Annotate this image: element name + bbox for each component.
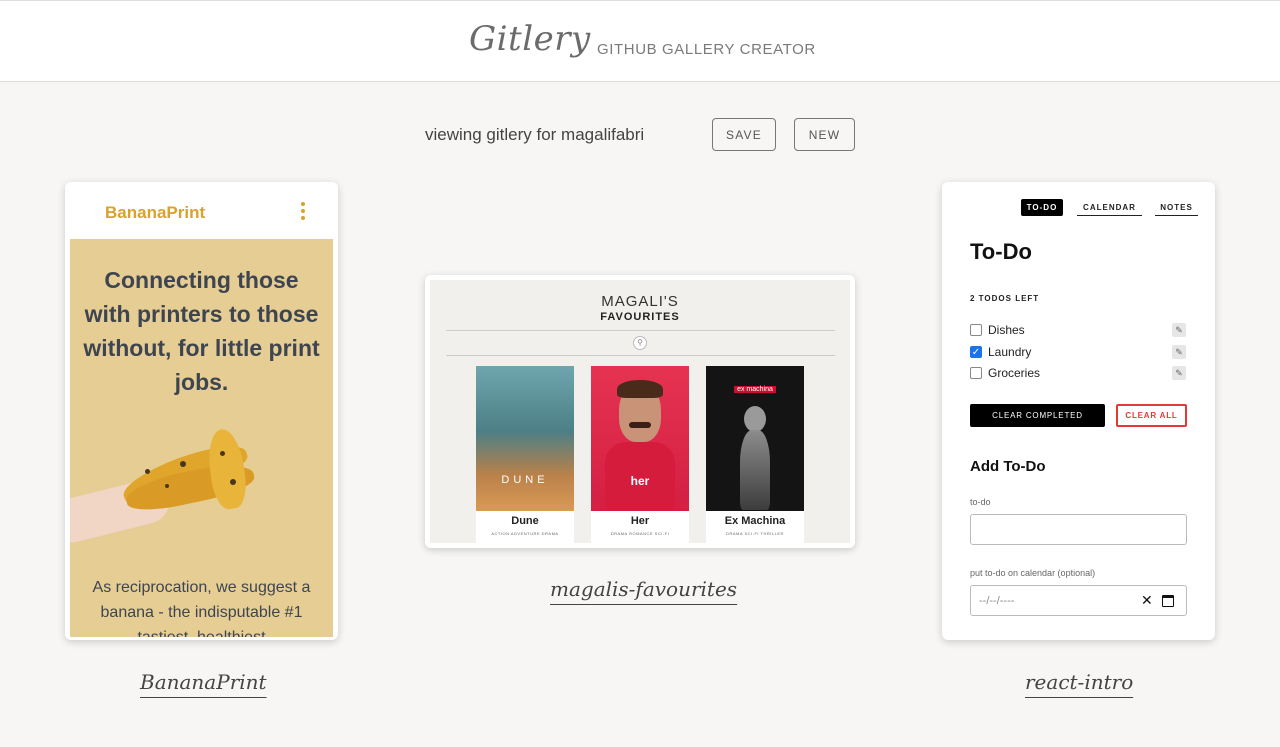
todo-checkbox[interactable] [970, 367, 982, 379]
todo-label: Laundry [988, 345, 1032, 359]
dune-poster: DUNE [476, 366, 574, 511]
date-input[interactable]: --/--/---- ✕ [970, 585, 1187, 616]
movie-card-dune: DUNE Dune ACTION ADVENTURE DRAMA [476, 366, 574, 543]
todo-heading: To-Do [970, 239, 1032, 264]
project-title-react-intro[interactable]: react-intro [1025, 670, 1133, 694]
pencil-icon[interactable]: ✎ [1172, 323, 1186, 337]
tab-to-do[interactable]: TO-DO [1021, 199, 1063, 216]
todo-label: Groceries [988, 366, 1041, 380]
todo-checkbox[interactable] [970, 324, 982, 336]
calendar-icon[interactable] [1162, 595, 1174, 607]
todos-left-count: 2 TODOS LEFT [970, 294, 1040, 303]
todo-item: Dishes ✎ [970, 322, 1188, 338]
tab-calendar[interactable]: CALENDAR [1077, 199, 1142, 216]
bananaprint-hero: Connecting those with printers to those … [70, 239, 333, 637]
movie-card-ex-machina: ex machina Ex Machina DRAMA SCI-FI THRIL… [706, 366, 804, 543]
top-bar: Gitlery GITHUB GALLERY CREATOR [0, 0, 1280, 82]
favourites-heading-line2: FAVOURITES [600, 311, 680, 323]
bananaprint-body-text: As reciprocation, we suggest a banana - … [92, 579, 311, 637]
her-poster: her [591, 366, 689, 511]
viewing-label: viewing gitlery for magalifabri [425, 125, 645, 144]
project-card-magalis-favourites[interactable]: MAGALI'S FAVOURITES ⚲ DUNE Dune ACTION A… [425, 275, 855, 548]
bananaprint-headline: Connecting those with printers to those … [83, 267, 320, 395]
movie-title: Ex Machina [724, 515, 786, 527]
tab-notes[interactable]: NOTES [1155, 199, 1198, 216]
date-placeholder: --/--/---- [979, 595, 1015, 607]
movie-title: Her [630, 515, 650, 527]
kebab-menu-icon [297, 202, 309, 222]
app-logo[interactable]: Gitlery [469, 19, 591, 59]
project-card-bananaprint[interactable]: BananaPrint Connecting those with printe… [65, 182, 338, 640]
todo-label: Dishes [988, 323, 1025, 337]
bananaprint-logo: BananaPrint [105, 203, 206, 222]
todo-input[interactable] [970, 514, 1187, 545]
favourites-heading-line1: MAGALI'S [601, 293, 679, 310]
project-title-magalis-favourites[interactable]: magalis-favourites [550, 577, 737, 601]
movie-tags: DRAMA ROMANCE SCI-FI [610, 531, 670, 536]
calendar-input-label: put to-do on calendar (optional) [970, 568, 1096, 578]
save-button[interactable]: SAVE [712, 118, 776, 151]
todo-item: Groceries ✎ [970, 365, 1188, 381]
todo-item: ✓ Laundry ✎ [970, 344, 1188, 360]
clear-date-icon[interactable]: ✕ [1141, 592, 1153, 609]
project-title-bananaprint[interactable]: BananaPrint [140, 670, 267, 694]
movie-tags: ACTION ADVENTURE DRAMA [491, 531, 559, 536]
app-tagline: GITHUB GALLERY CREATOR [597, 41, 816, 58]
clear-all-button[interactable]: CLEAR ALL [1116, 404, 1187, 427]
search-icon: ⚲ [633, 336, 647, 350]
movie-tags: DRAMA SCI-FI THRILLER [726, 531, 784, 536]
todo-input-label: to-do [970, 497, 991, 507]
movie-card-her: her Her DRAMA ROMANCE SCI-FI [591, 366, 689, 543]
divider [446, 355, 835, 356]
project-card-react-intro[interactable]: TO-DO CALENDAR NOTES To-Do 2 TODOS LEFT … [942, 182, 1215, 640]
magalis-preview: MAGALI'S FAVOURITES ⚲ DUNE Dune ACTION A… [430, 280, 850, 543]
divider [446, 330, 835, 331]
clear-completed-button[interactable]: CLEAR COMPLETED [970, 404, 1105, 427]
pencil-icon[interactable]: ✎ [1172, 366, 1186, 380]
movie-title: Dune [511, 515, 539, 527]
pencil-icon[interactable]: ✎ [1172, 345, 1186, 359]
add-todo-heading: Add To-Do [970, 458, 1046, 475]
todo-checkbox[interactable]: ✓ [970, 346, 982, 358]
ex-machina-poster: ex machina [706, 366, 804, 511]
new-button[interactable]: NEW [794, 118, 855, 151]
